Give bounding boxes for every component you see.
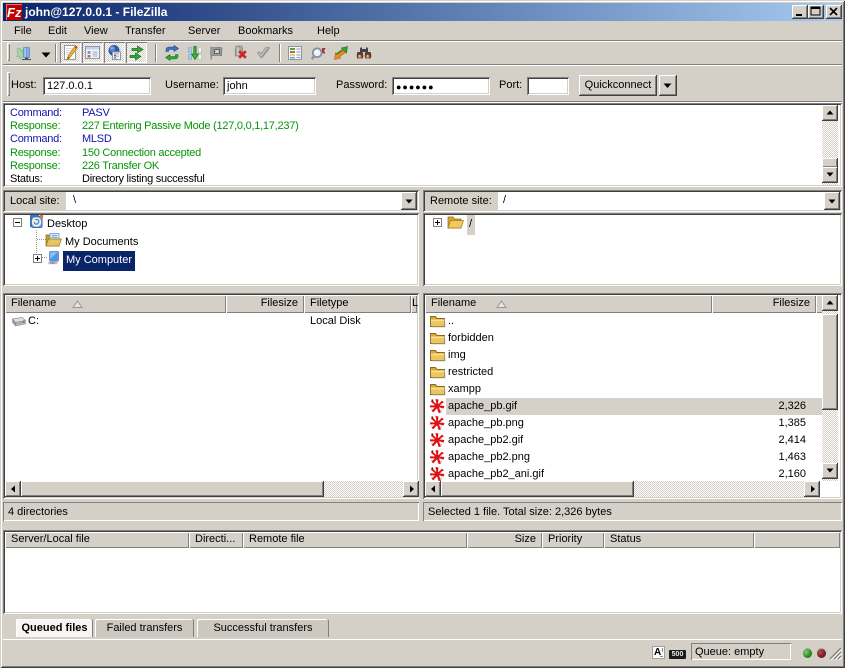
svg-text:Fz: Fz — [7, 5, 22, 20]
